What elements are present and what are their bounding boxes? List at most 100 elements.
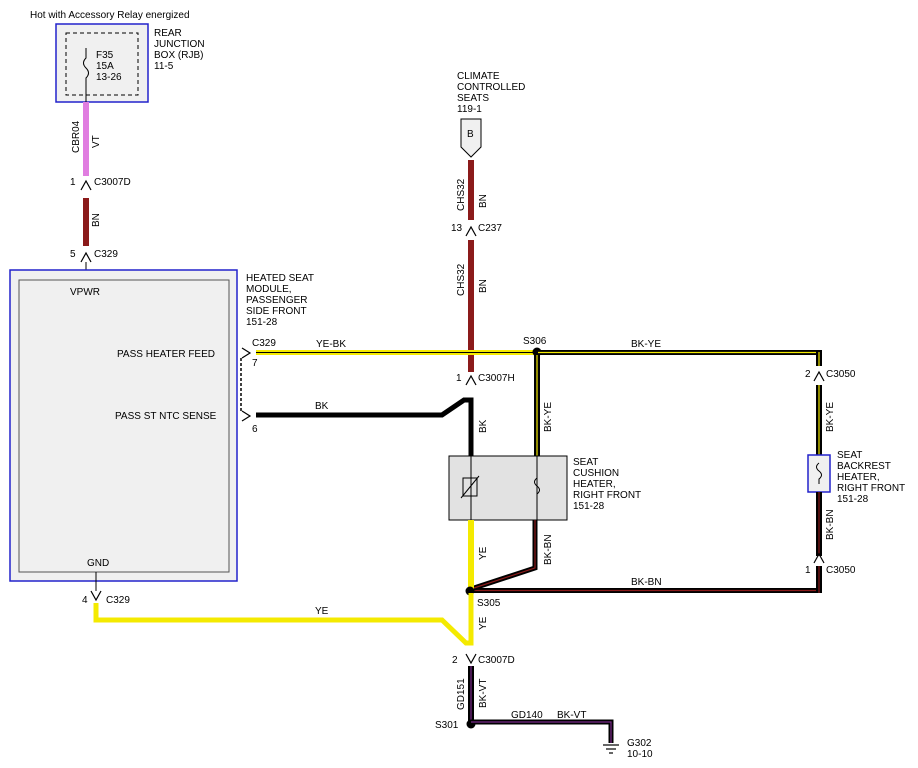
label-chs32-bottom: CHS32 <box>456 263 467 296</box>
label-ye-cushion: YE <box>478 546 489 560</box>
label-bk-vertical: BK <box>478 419 489 433</box>
label-gd151: GD151 <box>456 678 467 710</box>
climate-name-1: CLIMATE <box>457 71 500 82</box>
backrest-name-3: HEATER, <box>837 472 880 483</box>
backrest-name-4: RIGHT FRONT <box>837 483 905 494</box>
wire-cbr04-vt <box>83 102 89 176</box>
pin-1-c3007h: 1 <box>456 373 462 384</box>
label-bk-vt-horizontal: BK-VT <box>557 710 586 721</box>
splice-s301: S301 <box>435 720 459 731</box>
fuse-ref: 13-26 <box>96 72 122 83</box>
backrest-name-1: SEAT <box>837 450 862 461</box>
wire-bk-ye-down <box>534 355 540 456</box>
module-name-1: HEATED SEAT <box>246 273 314 284</box>
heated-seat-module <box>9 269 238 582</box>
label-ye-ground: YE <box>315 606 329 617</box>
pin-6: 6 <box>252 424 258 435</box>
ground-name: G302 <box>627 738 652 749</box>
cushion-name-3: HEATER, <box>573 479 616 490</box>
connector-c329-top: C329 <box>94 249 118 260</box>
wire-bk <box>256 397 474 456</box>
connector-arrow-icon <box>465 225 477 237</box>
label-ye-bk: YE-BK <box>316 339 346 350</box>
ground-icon <box>603 744 619 754</box>
pin-4: 4 <box>82 595 88 606</box>
label-chs32-top: CHS32 <box>456 178 467 211</box>
label-bk-bn-cushion: BK-BN <box>543 534 554 565</box>
connector-c329-bottom: C329 <box>106 595 130 606</box>
label-bk-bn-backrest: BK-BN <box>825 509 836 540</box>
power-note: Hot with Accessory Relay energized <box>30 10 190 21</box>
connector-arrow-icon <box>80 251 92 263</box>
pin-13: 13 <box>451 223 463 234</box>
pin-5: 5 <box>70 249 76 260</box>
pin-1-c3050: 1 <box>805 565 811 576</box>
pin-feed-label: PASS HEATER FEED <box>117 349 215 360</box>
pin-ntc-label: PASS ST NTC SENSE <box>115 411 217 422</box>
rjb-name-1: REAR <box>154 28 182 39</box>
connector-c3050-top: C3050 <box>826 369 856 380</box>
rear-junction-box: F35 15A 13-26 <box>55 23 149 103</box>
fuse-label: F35 <box>96 50 114 61</box>
seat-cushion-heater <box>448 455 568 521</box>
module-name-3: PASSENGER <box>246 295 308 306</box>
label-bk-bn-horizontal: BK-BN <box>631 577 662 588</box>
splice-s306: S306 <box>523 336 547 347</box>
wire-chs32-top <box>468 160 474 220</box>
backrest-name-2: BACKREST <box>837 461 891 472</box>
fuse-rating: 15A <box>96 61 114 72</box>
connector-arrow-icon <box>241 410 252 422</box>
pin-gnd-label: GND <box>87 558 109 569</box>
connector-c3050-bottom: C3050 <box>826 565 856 576</box>
climate-connector-label: B <box>467 129 474 140</box>
connector-c3007d-top: C3007D <box>94 177 131 188</box>
label-bk-ye-right: BK-YE <box>631 339 661 350</box>
cushion-name-5: 151-28 <box>573 501 605 512</box>
pin-2-c3050: 2 <box>805 369 811 380</box>
climate-name-3: SEATS <box>457 93 489 104</box>
cushion-name-4: RIGHT FRONT <box>573 490 641 501</box>
rjb-name-4: 11-5 <box>154 61 174 72</box>
connector-c237: C237 <box>478 223 502 234</box>
label-bk-horizontal: BK <box>315 401 329 412</box>
pin-2-c3007d: 2 <box>452 655 458 666</box>
connector-arrow-icon <box>813 370 825 382</box>
label-bn-top: BN <box>91 213 102 227</box>
connector-arrow-icon <box>465 653 477 665</box>
splice-s305: S305 <box>477 598 501 609</box>
cushion-name-2: CUSHION <box>573 468 619 479</box>
pin-7: 7 <box>252 358 258 369</box>
climate-name-2: CONTROLLED <box>457 82 525 93</box>
wire-bk-ye-backrest <box>816 385 822 455</box>
wire-bn-top <box>83 198 89 246</box>
seat-backrest-heater <box>807 454 831 493</box>
module-name-2: MODULE, <box>246 284 292 295</box>
wire-bk-bn-backrest <box>816 492 822 556</box>
connector-c3007d-bottom: C3007D <box>478 655 515 666</box>
module-name-5: 151-28 <box>246 317 278 328</box>
ground-ref: 10-10 <box>627 749 653 760</box>
label-bk-vt-vertical: BK-VT <box>478 679 489 708</box>
label-cbr04: CBR04 <box>71 120 82 153</box>
label-gd140: GD140 <box>511 710 543 721</box>
connector-arrow-icon <box>465 374 477 386</box>
pin-1-top: 1 <box>70 177 76 188</box>
wire-ye-cushion <box>468 520 474 590</box>
wire-ye-bk <box>256 350 538 355</box>
rjb-name-3: BOX (RJB) <box>154 50 203 61</box>
rjb-name-2: JUNCTION <box>154 39 205 50</box>
label-bk-ye-down: BK-YE <box>543 402 554 432</box>
connector-arrow-icon <box>241 347 252 359</box>
label-bk-ye-backrest: BK-YE <box>825 402 836 432</box>
wire-gd140-bk-vt <box>471 719 614 743</box>
module-name-4: SIDE FRONT <box>246 306 307 317</box>
label-vt: VT <box>91 135 102 148</box>
wire-gd151-bk-vt <box>468 666 474 724</box>
label-ye-vertical: YE <box>478 616 489 630</box>
wire-bk-ye-right <box>538 350 822 366</box>
pin-vpwr-label: VPWR <box>70 287 100 298</box>
wire-ye-ground <box>93 593 474 646</box>
backrest-name-5: 151-28 <box>837 494 869 505</box>
connector-c329-mid: C329 <box>252 338 276 349</box>
label-bn-chs32-top: BN <box>478 194 489 208</box>
